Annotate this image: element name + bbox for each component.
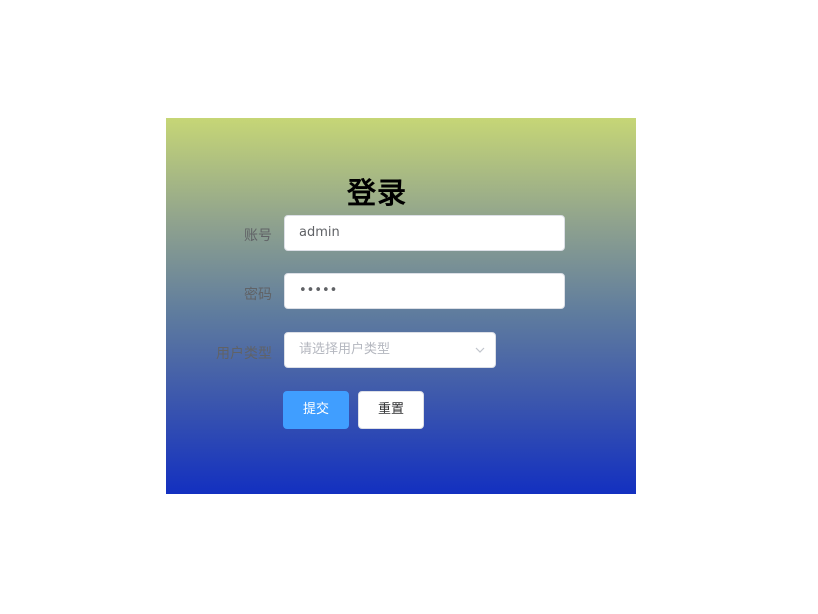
page-title: 登录 bbox=[346, 176, 407, 210]
account-input[interactable]: admin bbox=[284, 215, 565, 251]
submit-button[interactable]: 提交 bbox=[283, 391, 349, 429]
user-type-label: 用户类型 bbox=[216, 346, 272, 362]
user-type-select[interactable]: 请选择用户类型 bbox=[284, 332, 496, 368]
reset-button[interactable]: 重置 bbox=[358, 391, 424, 429]
user-type-placeholder: 请选择用户类型 bbox=[299, 342, 391, 357]
account-label: 账号 bbox=[244, 228, 272, 244]
chevron-down-icon bbox=[475, 347, 485, 353]
login-panel: 登录 账号 admin 密码 ••••• 用户类型 请选择用户类型 提交 重置 bbox=[166, 118, 636, 494]
password-label: 密码 bbox=[244, 287, 272, 303]
password-input[interactable]: ••••• bbox=[284, 273, 565, 309]
